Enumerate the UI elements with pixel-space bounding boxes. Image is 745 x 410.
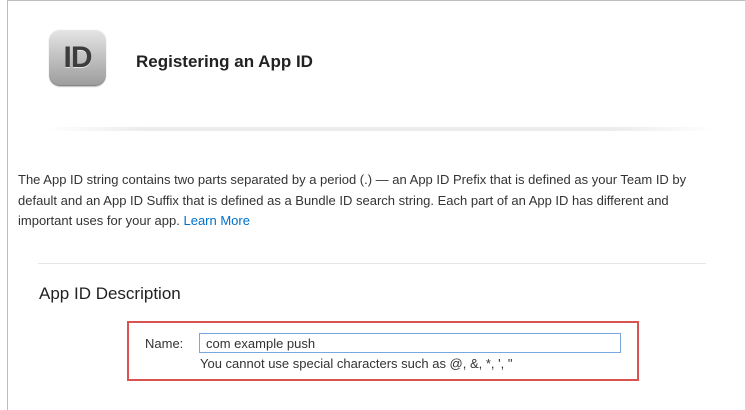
name-label: Name:: [145, 336, 184, 351]
header-divider: [45, 127, 713, 131]
intro-text: The App ID string contains two parts sep…: [18, 172, 687, 228]
name-input[interactable]: [199, 333, 621, 353]
learn-more-link[interactable]: Learn More: [183, 213, 249, 228]
section-title: App ID Description: [39, 284, 181, 303]
name-hint: You cannot use special characters such a…: [200, 356, 513, 371]
page-title: Registering an App ID: [136, 52, 313, 71]
intro-paragraph: The App ID string contains two parts sep…: [18, 170, 708, 232]
app-id-icon: ID: [49, 29, 106, 86]
app-id-icon-text: ID: [63, 40, 93, 74]
section-divider: [38, 263, 706, 264]
